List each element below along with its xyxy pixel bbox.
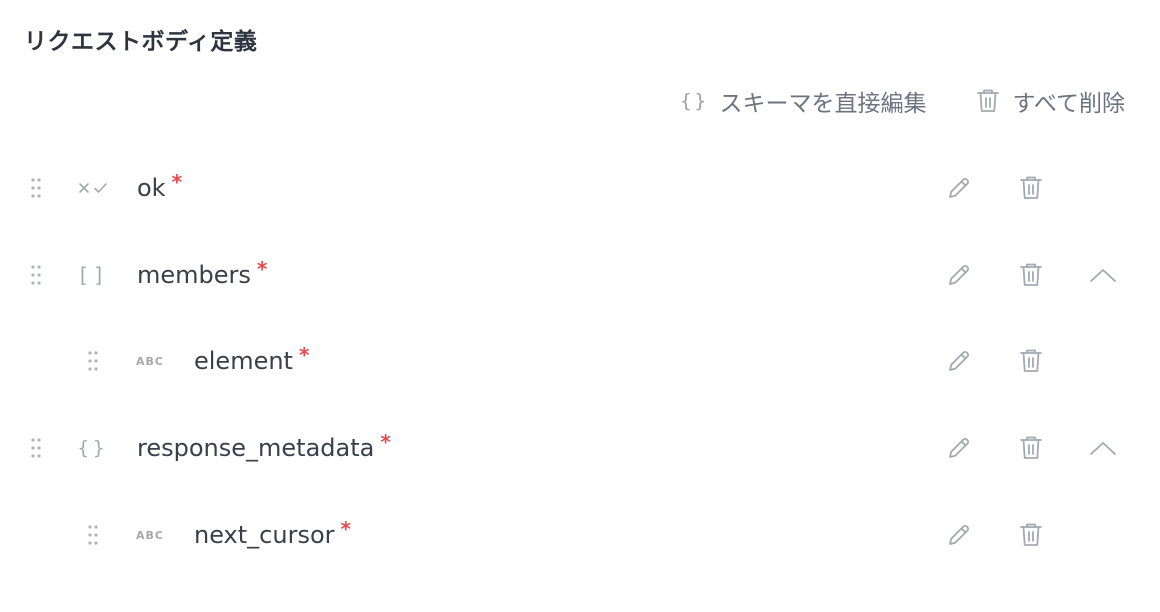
drag-handle-icon[interactable] — [30, 264, 42, 286]
pencil-icon — [946, 348, 972, 374]
field-name-group: next_cursor * — [194, 517, 351, 551]
delete-field-button[interactable] — [1015, 345, 1047, 377]
page-title: リクエストボディ定義 — [24, 29, 258, 55]
field-name-group: response_metadata * — [137, 430, 391, 464]
drag-handle-icon[interactable] — [87, 350, 99, 372]
array-icon: [] — [76, 263, 110, 287]
field-name-group: element * — [194, 343, 310, 377]
collapse-button[interactable] — [1087, 259, 1119, 291]
delete-all-label: すべて削除 — [1012, 91, 1125, 117]
toolbar: {} スキーマを直接編集 すべて削除 — [678, 84, 1125, 118]
pencil-icon — [946, 522, 972, 548]
string-icon: ABC — [136, 354, 164, 368]
delete-field-button[interactable] — [1015, 519, 1047, 551]
edit-field-button[interactable] — [943, 432, 975, 464]
edit-schema-button[interactable]: {} スキーマを直接編集 — [678, 84, 927, 118]
field-name: ok — [137, 174, 166, 202]
pencil-icon — [946, 175, 972, 201]
trash-icon — [1019, 348, 1043, 374]
pencil-icon — [946, 262, 972, 288]
drag-handle-icon[interactable] — [87, 524, 99, 546]
trash-icon — [1019, 262, 1043, 288]
field-row-members: [] members * — [0, 245, 1160, 305]
edit-field-button[interactable] — [943, 345, 975, 377]
chevron-up-icon — [1089, 267, 1117, 283]
delete-field-button[interactable] — [1015, 259, 1047, 291]
field-name-group: ok * — [137, 170, 183, 204]
edit-field-button[interactable] — [943, 172, 975, 204]
trash-icon — [971, 84, 1005, 118]
chevron-up-icon — [1089, 440, 1117, 456]
field-row-next-cursor: ABC next_cursor * — [0, 505, 1160, 565]
delete-field-button[interactable] — [1015, 172, 1047, 204]
delete-all-button[interactable]: すべて削除 — [971, 84, 1125, 118]
required-mark: * — [340, 517, 351, 541]
field-name: element — [194, 347, 293, 375]
braces-icon: {} — [680, 90, 709, 112]
required-mark: * — [380, 430, 391, 454]
delete-field-button[interactable] — [1015, 432, 1047, 464]
drag-handle-icon[interactable] — [30, 437, 42, 459]
object-icon: {} — [77, 437, 109, 459]
collapse-button[interactable] — [1087, 432, 1119, 464]
trash-icon — [1019, 175, 1043, 201]
drag-handle-icon[interactable] — [30, 177, 42, 199]
required-mark: * — [171, 170, 183, 194]
field-row-response-metadata: {} response_metadata * — [0, 418, 1160, 478]
required-mark: * — [256, 257, 268, 281]
field-row-element: ABC element * — [0, 331, 1160, 391]
trash-icon — [1019, 522, 1043, 548]
edit-field-button[interactable] — [943, 259, 975, 291]
field-name: next_cursor — [194, 521, 335, 549]
edit-field-button[interactable] — [943, 519, 975, 551]
field-name: members — [137, 261, 251, 289]
required-mark: * — [298, 343, 310, 367]
pencil-icon — [946, 435, 972, 461]
field-name: response_metadata — [137, 434, 375, 462]
field-name-group: members * — [137, 257, 268, 291]
field-row-ok: ok * — [0, 158, 1160, 218]
string-icon: ABC — [136, 528, 164, 542]
trash-icon — [1019, 435, 1043, 461]
boolean-icon — [73, 172, 113, 204]
edit-schema-label: スキーマを直接編集 — [719, 91, 927, 117]
